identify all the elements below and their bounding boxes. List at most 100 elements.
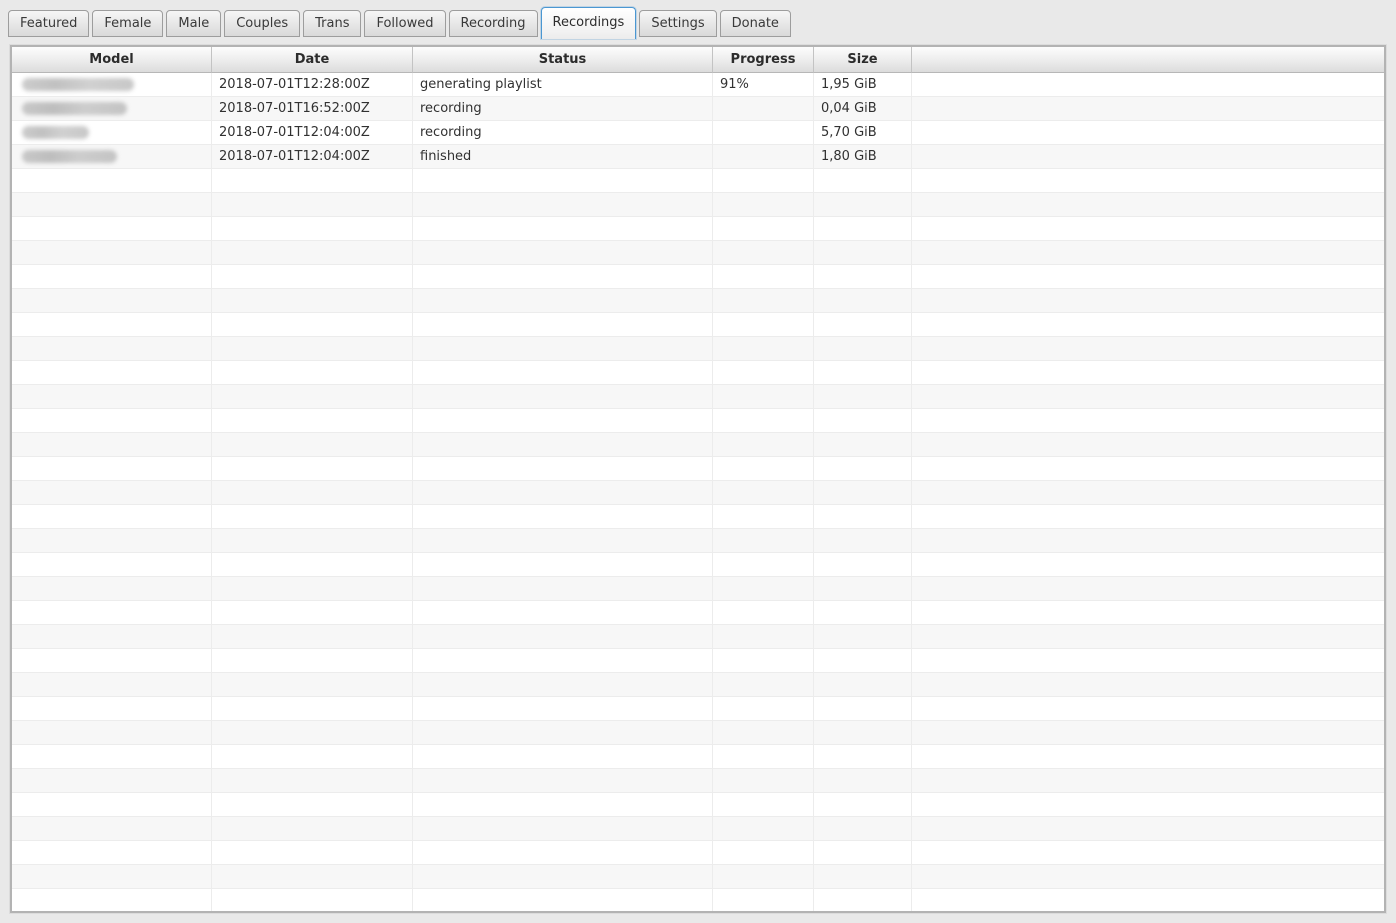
column-header-size[interactable]: Size <box>814 47 912 73</box>
cell-filler <box>912 697 1384 721</box>
tab-trans[interactable]: Trans <box>303 10 362 37</box>
tab-female[interactable]: Female <box>92 10 164 37</box>
cell-status <box>413 313 713 337</box>
column-header-model[interactable]: Model <box>12 47 212 73</box>
tab-label: Featured <box>20 16 78 31</box>
cell-filler <box>912 721 1384 745</box>
cell-status <box>413 481 713 505</box>
cell-status <box>413 625 713 649</box>
cell-date <box>212 769 413 793</box>
cell-filler <box>912 625 1384 649</box>
cell-model <box>12 841 212 865</box>
cell-status: finished <box>413 145 713 169</box>
cell-model <box>12 409 212 433</box>
cell-date <box>212 817 413 841</box>
cell-filler <box>912 769 1384 793</box>
cell-model <box>12 505 212 529</box>
cell-filler <box>912 217 1384 241</box>
cell-size <box>814 769 912 793</box>
tab-followed[interactable]: Followed <box>364 10 446 37</box>
empty-row <box>12 433 1384 457</box>
cell-date <box>212 793 413 817</box>
cell-filler <box>912 337 1384 361</box>
cell-status <box>413 649 713 673</box>
empty-row <box>12 217 1384 241</box>
cell-progress <box>713 217 814 241</box>
cell-date <box>212 865 413 889</box>
recording-row[interactable]: 2018-07-01T12:28:00Z generating playlist… <box>12 73 1384 97</box>
tab-male[interactable]: Male <box>166 10 222 37</box>
cell-filler <box>912 361 1384 385</box>
cell-date <box>212 385 413 409</box>
cell-progress <box>713 97 814 121</box>
cell-progress <box>713 745 814 769</box>
tab-label: Male <box>178 16 210 31</box>
empty-row <box>12 169 1384 193</box>
cell-date: 2018-07-01T12:04:00Z <box>212 145 413 169</box>
cell-progress: 91% <box>713 73 814 97</box>
cell-progress <box>713 553 814 577</box>
cell-size: 1,80 GiB <box>814 145 912 169</box>
cell-model <box>12 697 212 721</box>
cell-model <box>12 793 212 817</box>
cell-date <box>212 337 413 361</box>
cell-date <box>212 361 413 385</box>
tab-recording[interactable]: Recording <box>448 10 538 37</box>
recording-row[interactable]: 2018-07-01T12:04:00Z recording 5,70 GiB <box>12 121 1384 145</box>
cell-filler <box>912 841 1384 865</box>
tab-settings[interactable]: Settings <box>639 10 717 37</box>
cell-date <box>212 313 413 337</box>
cell-progress <box>713 841 814 865</box>
tab-recordings[interactable]: Recordings <box>540 7 637 39</box>
cell-size <box>814 433 912 457</box>
tab-label: Settings <box>651 16 705 31</box>
cell-progress <box>713 265 814 289</box>
cell-filler <box>912 313 1384 337</box>
tab-donate[interactable]: Donate <box>719 10 791 37</box>
cell-status <box>413 217 713 241</box>
recording-row[interactable]: 2018-07-01T16:52:00Z recording 0,04 GiB <box>12 97 1384 121</box>
cell-filler <box>912 73 1384 97</box>
cell-filler <box>912 649 1384 673</box>
cell-filler <box>912 97 1384 121</box>
cell-size <box>814 385 912 409</box>
cell-model <box>12 577 212 601</box>
cell-size <box>814 625 912 649</box>
cell-model <box>12 73 212 97</box>
tab-label: Trans <box>315 16 350 31</box>
column-header-date[interactable]: Date <box>212 47 413 73</box>
cell-model <box>12 721 212 745</box>
model-name-redacted-blur <box>22 102 127 115</box>
empty-row <box>12 793 1384 817</box>
cell-status <box>413 793 713 817</box>
tab-featured[interactable]: Featured <box>8 10 90 37</box>
cell-date <box>212 481 413 505</box>
column-header-status[interactable]: Status <box>413 47 713 73</box>
cell-size <box>814 601 912 625</box>
cell-model <box>12 625 212 649</box>
recording-row[interactable]: 2018-07-01T12:04:00Z finished 1,80 GiB <box>12 145 1384 169</box>
cell-status <box>413 841 713 865</box>
cell-filler <box>912 121 1384 145</box>
cell-model <box>12 169 212 193</box>
column-header-progress[interactable]: Progress <box>713 47 814 73</box>
cell-size <box>814 505 912 529</box>
tab-couples[interactable]: Couples <box>224 10 301 37</box>
cell-status <box>413 409 713 433</box>
empty-row <box>12 889 1384 911</box>
cell-progress <box>713 817 814 841</box>
empty-row <box>12 721 1384 745</box>
cell-date <box>212 217 413 241</box>
cell-progress <box>713 721 814 745</box>
cell-size <box>814 409 912 433</box>
cell-status <box>413 265 713 289</box>
cell-size <box>814 793 912 817</box>
cell-status <box>413 505 713 529</box>
cell-status <box>413 817 713 841</box>
cell-model <box>12 865 212 889</box>
model-name-redacted-blur <box>22 150 117 163</box>
cell-progress <box>713 673 814 697</box>
tab-label: Couples <box>236 16 289 31</box>
tab-bar: Featured Female Male Couples Trans Followed Re… <box>8 3 794 39</box>
recordings-table: Model Date Status Progress Size 2018-07-01T1… <box>12 47 1384 911</box>
